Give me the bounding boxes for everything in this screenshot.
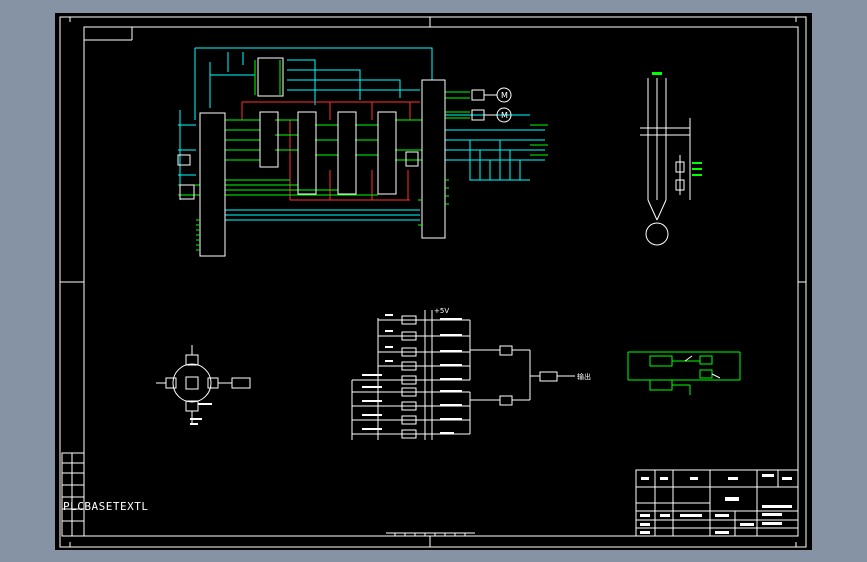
io-circuit: +5V 输出 [351, 307, 591, 440]
inner-border [83, 26, 799, 537]
relay-circuit [627, 351, 741, 395]
output-label: 输出 [577, 372, 591, 381]
border-ticks [60, 17, 806, 547]
schematic-drawing: M M +5V 输出 [59, 16, 807, 548]
chip-2 [297, 111, 317, 195]
revision-table [61, 452, 85, 537]
title-text: PLCBASETEXTL [63, 500, 149, 513]
plc-main-chip [199, 112, 226, 257]
motor-2-label: M [501, 111, 508, 120]
scale-strip [386, 532, 475, 537]
plc-schematic: M M [177, 47, 548, 257]
chip-4 [377, 111, 397, 195]
outer-border [59, 16, 807, 548]
title-block-glyphs [640, 474, 792, 534]
chip-3 [337, 111, 357, 195]
motor-1-label: M [501, 91, 508, 100]
cad-viewport: M M +5V 输出 PLCBASETEXTL [0, 0, 867, 562]
supply-label: +5V [434, 307, 449, 315]
motor-power-circuit [640, 72, 702, 246]
top-chip [257, 57, 284, 97]
ac-motor [645, 222, 669, 246]
output-chip [421, 79, 446, 239]
sensor-diagram [156, 345, 251, 425]
